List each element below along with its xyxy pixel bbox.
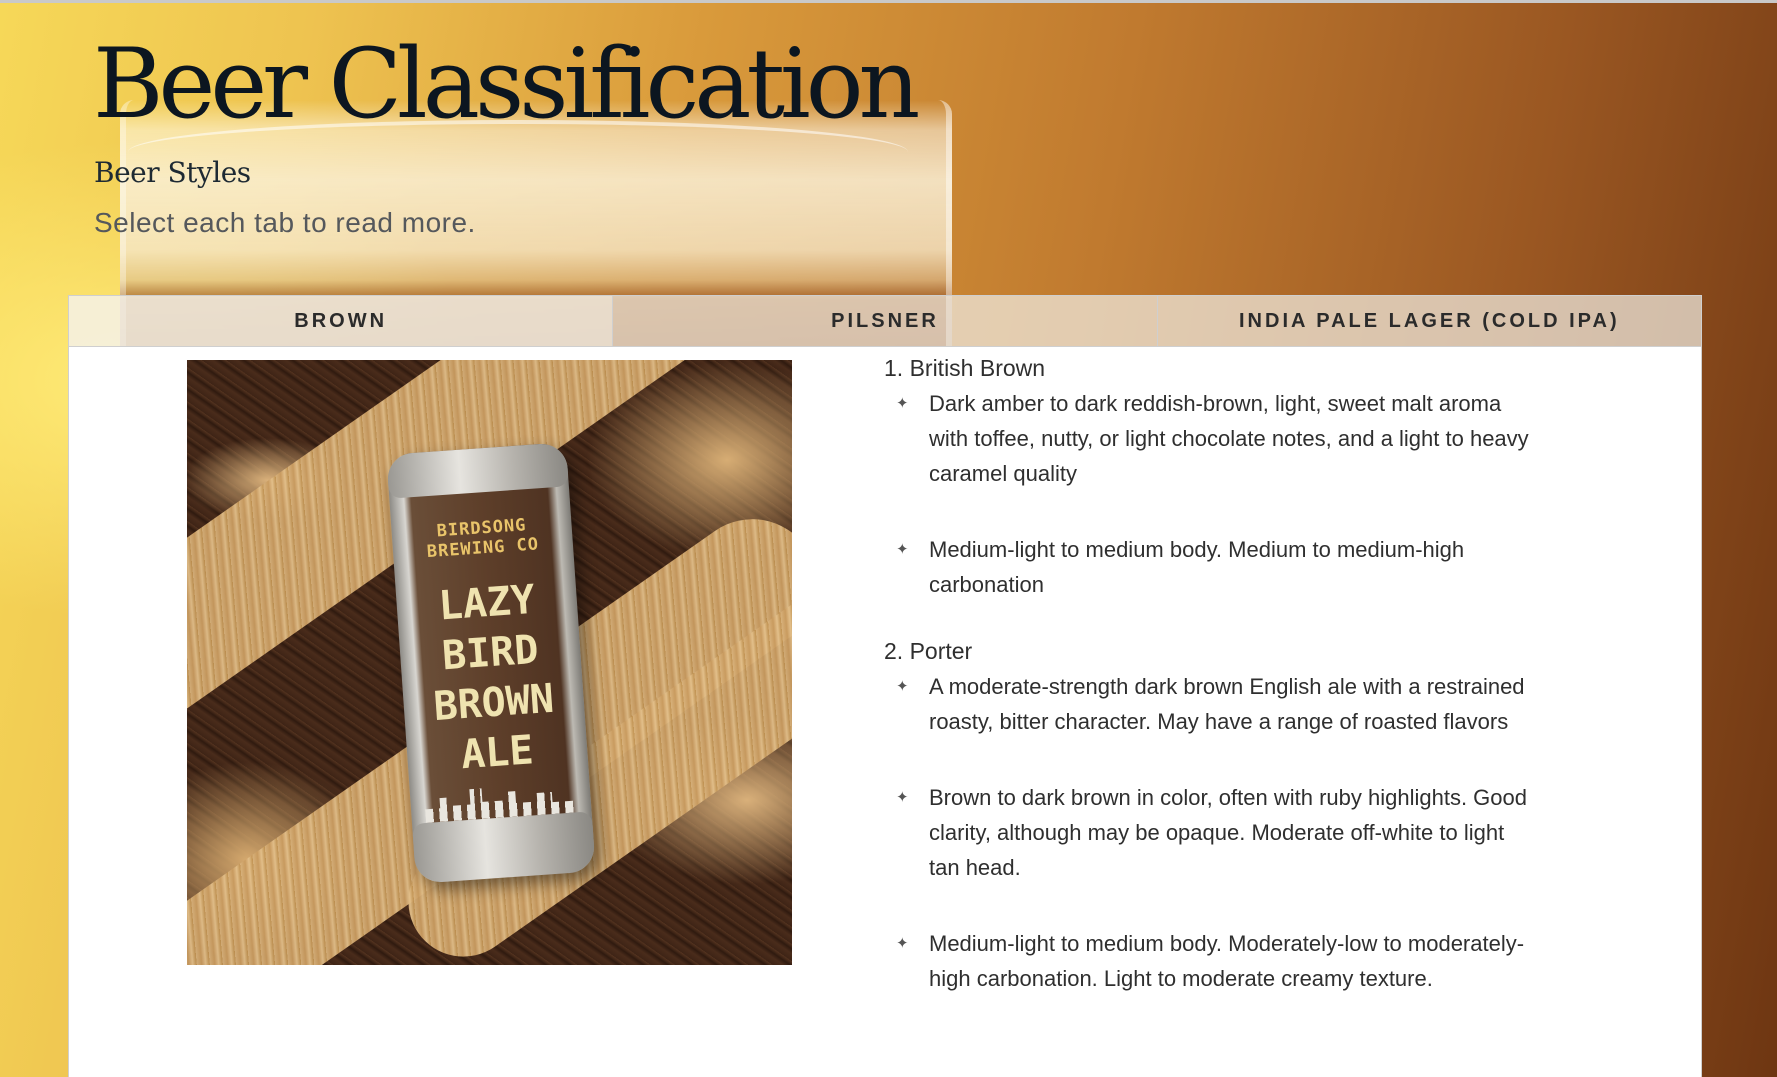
top-border bbox=[0, 0, 1777, 3]
can-name-label: LAZY BIRD BROWN ALE bbox=[432, 576, 556, 779]
list-item: ✦ Dark amber to dark reddish-brown, ligh… bbox=[884, 386, 1529, 491]
style-heading: 1. British Brown bbox=[884, 355, 1046, 381]
point-text: Medium-light to medium body. Medium to m… bbox=[929, 537, 1465, 597]
tab-list: BROWN PILSNER INDIA PALE LAGER (COLD IPA… bbox=[68, 295, 1702, 347]
star-bullet-icon: ✦ bbox=[896, 935, 909, 952]
tab-india-pale-lager[interactable]: INDIA PALE LAGER (COLD IPA) bbox=[1157, 296, 1701, 346]
point-text: Medium-light to medium body. Moderately-… bbox=[929, 931, 1525, 991]
instructions-text: Select each tab to read more. bbox=[94, 207, 476, 238]
star-bullet-icon: ✦ bbox=[896, 789, 909, 806]
tab-pilsner[interactable]: PILSNER bbox=[613, 296, 1158, 346]
can-base bbox=[412, 811, 596, 884]
point-text: Brown to dark brown in color, often with… bbox=[929, 785, 1527, 880]
list-item: ✦ Medium-light to medium body. Moderatel… bbox=[884, 926, 1529, 996]
style-points: ✦ A moderate-strength dark brown English… bbox=[884, 669, 1584, 996]
list-item: ✦ A moderate-strength dark brown English… bbox=[884, 669, 1529, 739]
tab-panel-brown: BIRDSONG BREWING CO LAZY BIRD BROWN ALE … bbox=[68, 347, 1702, 1077]
style-item-porter: 2. Porter ✦ A moderate-strength dark bro… bbox=[884, 634, 1584, 996]
tab-brown[interactable]: BROWN bbox=[69, 296, 614, 346]
style-list: 1. British Brown ✦ Dark amber to dark re… bbox=[884, 347, 1584, 996]
point-text: Dark amber to dark reddish-brown, light,… bbox=[929, 391, 1529, 486]
page-subtitle: Beer Styles bbox=[94, 156, 251, 189]
list-item: ✦ Brown to dark brown in color, often wi… bbox=[884, 780, 1529, 885]
page-background: Beer Classification Beer Styles Select e… bbox=[0, 0, 1777, 1077]
point-text: A moderate-strength dark brown English a… bbox=[929, 674, 1525, 734]
style-points: ✦ Dark amber to dark reddish-brown, ligh… bbox=[884, 386, 1584, 602]
beer-can: BIRDSONG BREWING CO LAZY BIRD BROWN ALE bbox=[386, 442, 596, 884]
can-brand-label: BIRDSONG BREWING CO bbox=[426, 515, 540, 563]
star-bullet-icon: ✦ bbox=[896, 678, 909, 695]
style-item-british-brown: 1. British Brown ✦ Dark amber to dark re… bbox=[884, 351, 1584, 602]
brown-ale-image: BIRDSONG BREWING CO LAZY BIRD BROWN ALE bbox=[187, 360, 792, 965]
style-heading: 2. Porter bbox=[884, 638, 973, 664]
star-bullet-icon: ✦ bbox=[896, 541, 909, 558]
page-title: Beer Classification bbox=[93, 28, 920, 140]
list-item: ✦ Medium-light to medium body. Medium to… bbox=[884, 532, 1529, 602]
star-bullet-icon: ✦ bbox=[896, 395, 909, 412]
